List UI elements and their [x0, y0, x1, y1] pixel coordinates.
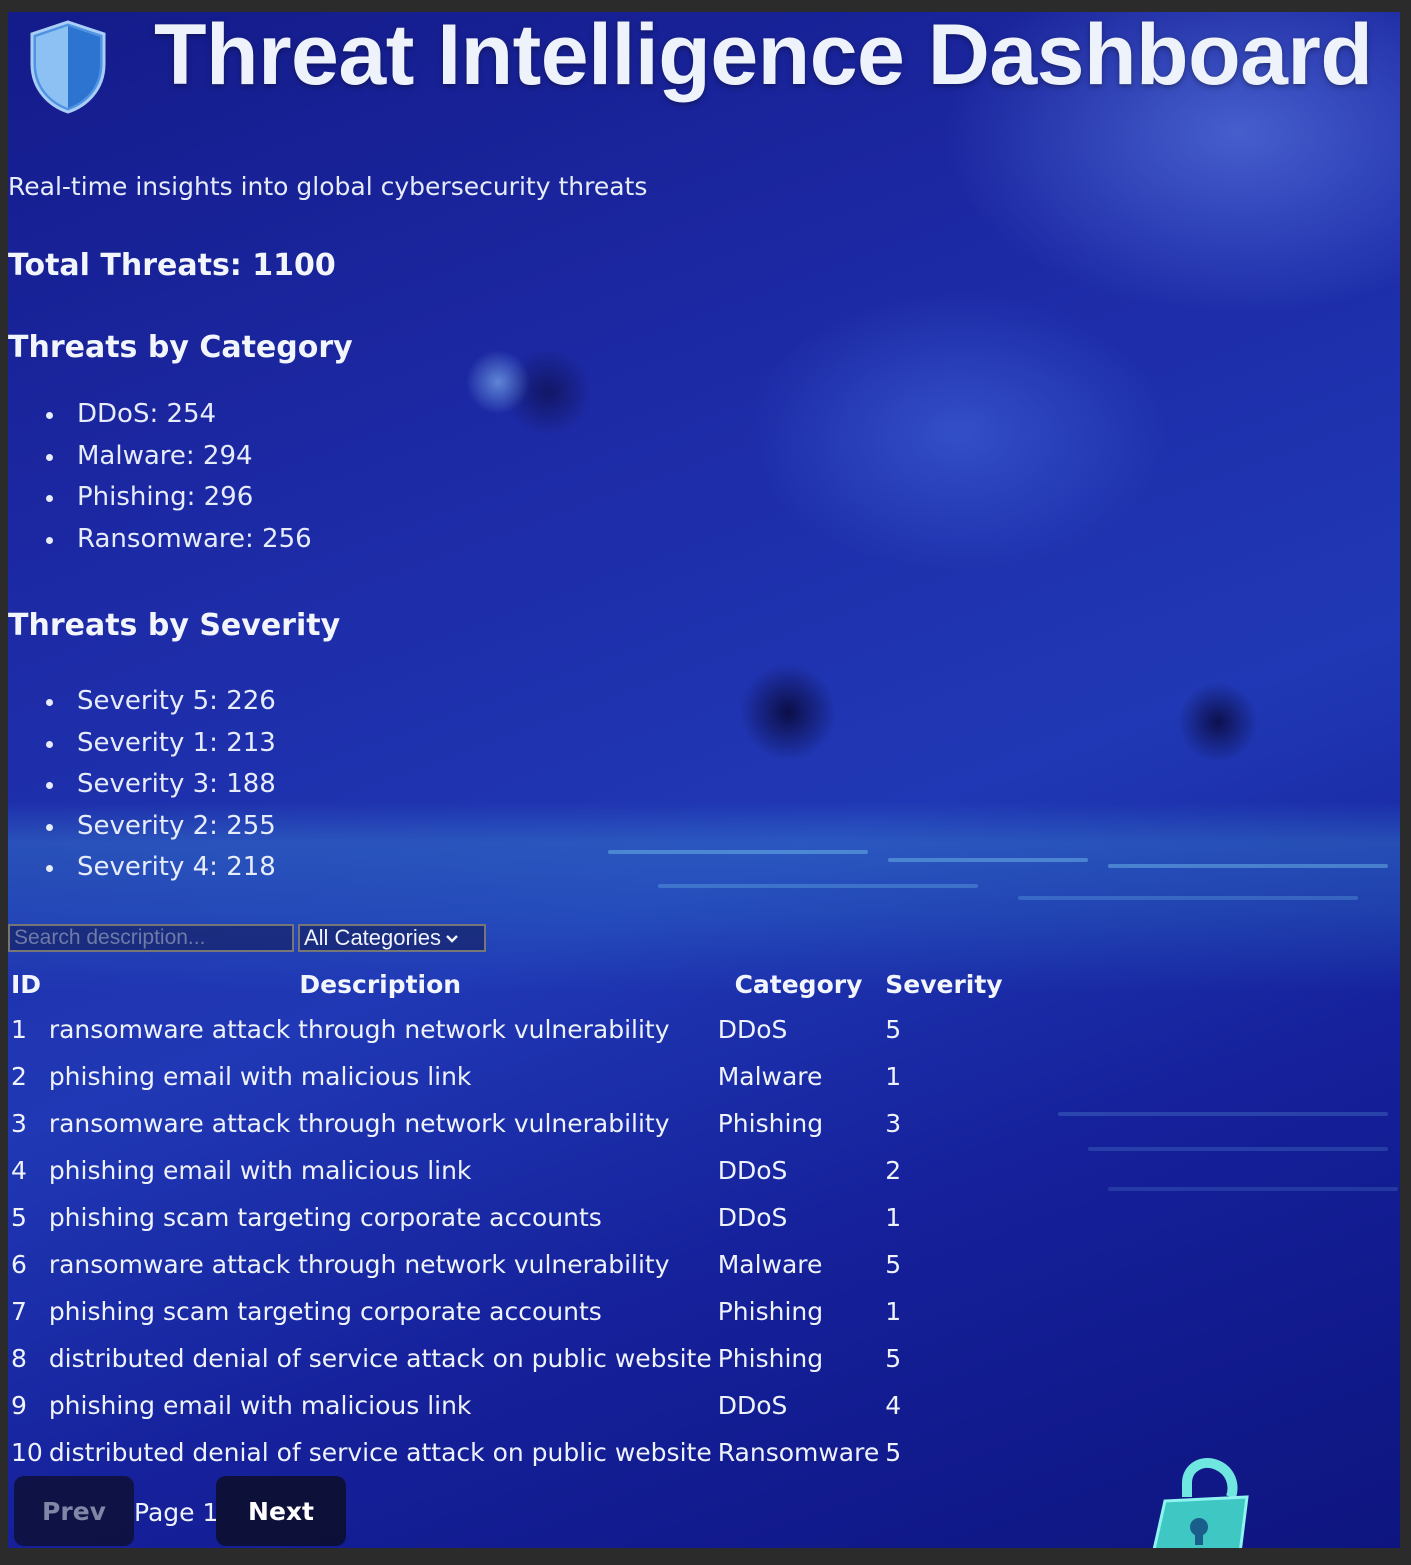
cell-category: DDoS — [717, 1156, 788, 1185]
cell-category: Malware — [717, 1250, 823, 1279]
category-select-value: All Categories — [304, 925, 441, 950]
cell-category: DDoS — [717, 1391, 788, 1420]
list-item: Severity 4: 218 — [8, 847, 276, 889]
cell-category: DDoS — [717, 1015, 788, 1044]
cell-description: ransomware attack through network vulner… — [48, 1015, 670, 1044]
cell-category: Ransomware — [717, 1438, 880, 1467]
category-heading: Threats by Category — [8, 330, 353, 365]
table-row: 6 ransomware attack through network vulne… — [8, 1241, 1006, 1288]
next-button[interactable]: Next — [216, 1476, 346, 1546]
cell-category: Phishing — [717, 1109, 824, 1138]
cell-id: 9 — [11, 1391, 27, 1420]
cell-description: ransomware attack through network vulner… — [48, 1109, 670, 1138]
table-row: 7 phishing scam targeting corporate accou… — [8, 1288, 1006, 1335]
list-item: Severity 5: 226 — [8, 681, 276, 723]
cell-description: phishing email with malicious link — [48, 1062, 472, 1091]
cell-description: phishing scam targeting corporate accoun… — [48, 1203, 602, 1232]
dashboard-header: Threat Intelligence Dashboard — [8, 12, 1400, 122]
table-row: 4 phishing email with malicious link DDoS 2 — [8, 1147, 1006, 1194]
cell-severity: 1 — [885, 1203, 902, 1232]
cell-severity: 2 — [885, 1156, 902, 1185]
page-indicator: Page 1 — [134, 1498, 219, 1527]
table-body: 1 ransomware attack through network vulne… — [8, 1006, 1006, 1476]
category-list: DDoS: 254 Malware: 294 Phishing: 296 Ran… — [8, 394, 312, 560]
cell-severity: 1 — [885, 1297, 902, 1326]
table-row: 9 phishing email with malicious link DDoS 4 — [8, 1382, 1006, 1429]
category-select[interactable]: All Categories — [298, 924, 486, 952]
table-row: 10 distributed denial of service attack o… — [8, 1429, 1006, 1476]
list-item: Severity 2: 255 — [8, 806, 276, 848]
dashboard-page: Threat Intelligence Dashboard Real-time … — [8, 12, 1400, 1548]
list-item: DDoS: 254 — [8, 394, 312, 436]
column-header-category: Category — [734, 969, 863, 999]
cell-id: 8 — [11, 1344, 27, 1373]
cell-id: 1 — [11, 1015, 27, 1044]
page-subtitle: Real-time insights into global cybersecu… — [8, 172, 648, 201]
cell-severity: 5 — [885, 1438, 902, 1467]
table-row: 8 distributed denial of service attack on… — [8, 1335, 1006, 1382]
table-row: 2 phishing email with malicious link Malwa… — [8, 1053, 1006, 1100]
search-input[interactable] — [8, 924, 294, 952]
cell-id: 7 — [11, 1297, 27, 1326]
cell-category: Malware — [717, 1062, 823, 1091]
table-row: 1 ransomware attack through network vulne… — [8, 1006, 1006, 1053]
column-header-severity: Severity — [885, 969, 1003, 999]
table-header-row: ID Description Category Severity — [8, 962, 1006, 1006]
cell-severity: 5 — [885, 1250, 902, 1279]
cell-severity: 5 — [885, 1015, 902, 1044]
total-threats: Total Threats: 1100 — [8, 248, 336, 283]
page-title: Threat Intelligence Dashboard — [154, 12, 1373, 103]
cell-description: ransomware attack through network vulner… — [48, 1250, 670, 1279]
table-row: 5 phishing scam targeting corporate accou… — [8, 1194, 1006, 1241]
cell-id: 2 — [11, 1062, 27, 1091]
list-item: Ransomware: 256 — [8, 519, 312, 561]
cell-category: DDoS — [717, 1203, 788, 1232]
list-item: Severity 1: 213 — [8, 723, 276, 765]
footer-bar — [0, 1548, 1411, 1565]
table-row: 3 ransomware attack through network vulne… — [8, 1100, 1006, 1147]
list-item: Phishing: 296 — [8, 477, 312, 519]
severity-heading: Threats by Severity — [8, 608, 341, 643]
cell-category: Phishing — [717, 1344, 824, 1373]
cell-description: phishing scam targeting corporate accoun… — [48, 1297, 602, 1326]
cell-description: phishing email with malicious link — [48, 1391, 472, 1420]
cell-id: 5 — [11, 1203, 27, 1232]
column-header-id: ID — [11, 969, 42, 999]
cell-severity: 1 — [885, 1062, 902, 1091]
cell-description: distributed denial of service attack on … — [48, 1344, 712, 1373]
cell-description: phishing email with malicious link — [48, 1156, 472, 1185]
cell-id: 6 — [11, 1250, 27, 1279]
lock-icon — [1152, 1458, 1249, 1548]
cell-id: 4 — [11, 1156, 27, 1185]
cell-category: Phishing — [717, 1297, 824, 1326]
cell-id: 10 — [11, 1438, 43, 1467]
severity-list: Severity 5: 226 Severity 1: 213 Severity… — [8, 681, 276, 889]
cell-severity: 4 — [885, 1391, 902, 1420]
cell-severity: 3 — [885, 1109, 902, 1138]
threats-table: ID Description Category Severity 1 ransom… — [8, 962, 1006, 1476]
prev-button[interactable]: Prev — [14, 1476, 134, 1546]
list-item: Severity 3: 188 — [8, 764, 276, 806]
chevron-down-icon — [446, 935, 458, 943]
cell-severity: 5 — [885, 1344, 902, 1373]
column-header-description: Description — [299, 969, 462, 999]
list-item: Malware: 294 — [8, 436, 312, 478]
cell-description: distributed denial of service attack on … — [48, 1438, 712, 1467]
pagination: Prev Page 1 Next — [8, 1476, 368, 1546]
shield-icon — [30, 20, 106, 114]
cell-id: 3 — [11, 1109, 27, 1138]
